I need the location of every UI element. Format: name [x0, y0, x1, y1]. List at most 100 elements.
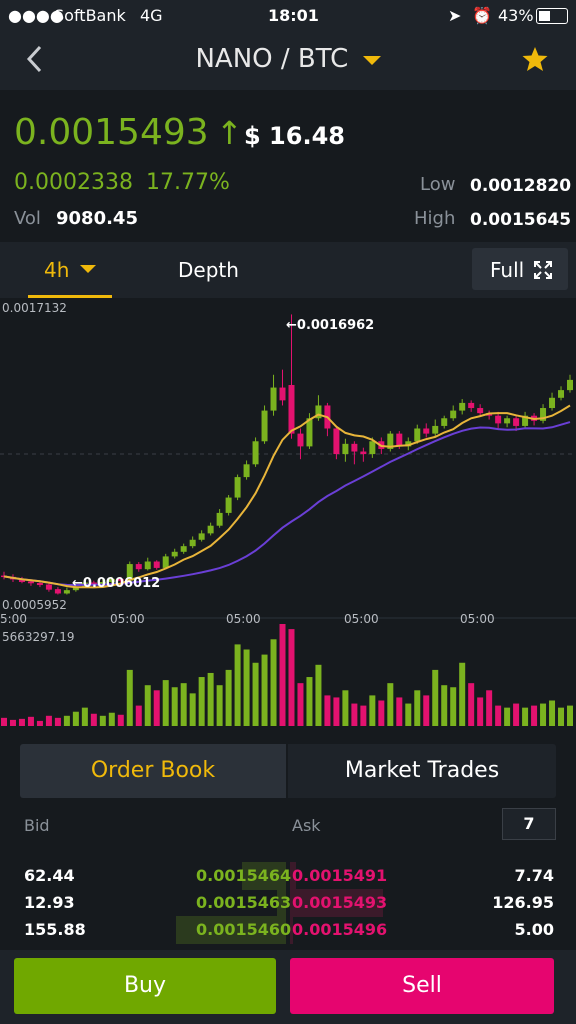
candle-body — [558, 390, 565, 398]
volume-bar — [333, 697, 340, 726]
volume-bar — [459, 662, 466, 726]
high-label: High — [414, 208, 456, 229]
candle-body — [369, 441, 376, 455]
star-icon[interactable] — [522, 46, 548, 72]
volume-bar — [396, 697, 403, 726]
volume-bar — [126, 669, 133, 726]
volume-bar — [306, 677, 313, 726]
volume-bar — [477, 697, 484, 726]
volume-bar — [225, 669, 232, 726]
volume-bar — [387, 683, 394, 726]
candle-body — [279, 387, 286, 401]
volume-bar — [414, 690, 421, 726]
candlestick-chart — [0, 314, 576, 726]
volume-bar — [9, 719, 16, 726]
volume-bar — [486, 690, 493, 726]
ask-price[interactable]: 0.0015496 — [292, 920, 387, 939]
ask-header: Ask — [292, 816, 321, 835]
candle-body — [234, 477, 241, 498]
candle-body — [495, 415, 502, 424]
candle-body — [450, 410, 457, 419]
volume-bar — [18, 718, 25, 726]
ask-price[interactable]: 0.0015491 — [292, 866, 387, 885]
tab-interval[interactable]: 4h — [28, 242, 112, 298]
candle-body — [441, 418, 448, 426]
candle-body — [189, 539, 196, 547]
price-chart[interactable]: 0.0017132 0.0005952 ←0.0016962 ←0.000601… — [0, 298, 576, 728]
buy-button[interactable]: Buy — [14, 958, 276, 1014]
candle-body — [270, 387, 277, 411]
volume-bar — [270, 639, 277, 726]
candles-group — [1, 314, 573, 595]
sell-button[interactable]: Sell — [290, 958, 554, 1014]
volume-bar — [315, 664, 322, 726]
volume-bar — [27, 716, 34, 726]
ma-fast-line — [3, 404, 571, 589]
tab-market-trades[interactable]: Market Trades — [288, 744, 556, 798]
volume-bar — [432, 669, 439, 726]
volume-bar — [558, 707, 565, 726]
volume-bar — [504, 707, 511, 726]
candle-body — [297, 433, 304, 447]
bid-price[interactable]: 0.0015464 — [196, 866, 291, 885]
candle-body — [504, 418, 511, 424]
full-label: Full — [490, 258, 525, 282]
high-value: 0.0015645 — [470, 210, 572, 230]
interval-label: 4h — [44, 258, 70, 282]
ask-price[interactable]: 0.0015493 — [292, 893, 387, 912]
volume-bar — [540, 703, 547, 726]
volume-bar — [360, 705, 367, 726]
volume-bar — [198, 677, 205, 726]
last-price: 0.0015493 — [14, 112, 209, 153]
volume-bar — [468, 683, 475, 726]
volume-bar — [279, 624, 286, 726]
candle-body — [225, 497, 232, 513]
clock: 18:01 — [268, 6, 319, 25]
volume-bar — [45, 715, 52, 726]
time-label: 05:00 — [344, 612, 379, 626]
pair-selector[interactable]: NANO / BTC — [0, 44, 576, 74]
volume-bar — [243, 649, 250, 726]
bid-price[interactable]: 0.0015463 — [196, 893, 291, 912]
volume-bar — [513, 703, 520, 726]
bid-price[interactable]: 0.0015460 — [196, 920, 291, 939]
time-label: 05:00 — [110, 612, 145, 626]
time-label: 5:00 — [0, 612, 27, 626]
volume-bar — [342, 690, 349, 726]
bid-header: Bid — [24, 816, 50, 835]
candle-body — [549, 397, 556, 409]
volume-bar — [36, 720, 43, 726]
candle-body — [162, 556, 169, 568]
volume-bar — [441, 685, 448, 726]
ask-quantity: 5.00 — [514, 920, 554, 939]
low-annotation: ←0.0006012 — [72, 576, 161, 591]
change-percent: 17.77% — [146, 170, 230, 195]
carrier-label: SoftBank — [54, 6, 126, 25]
usd-price: $ 16.48 — [244, 122, 345, 150]
up-arrow-icon: ↑ — [216, 114, 243, 152]
candle-body — [459, 402, 466, 411]
tab-order-book[interactable]: Order Book — [20, 744, 286, 798]
candle-body — [36, 583, 43, 586]
volume-bar — [234, 644, 241, 726]
time-label: 05:00 — [460, 612, 495, 626]
volume-bar — [99, 715, 106, 726]
volume-bar — [153, 690, 160, 726]
candle-body — [333, 428, 340, 455]
volume-label: Vol — [14, 208, 41, 229]
dropdown-caret-icon — [362, 55, 381, 65]
volume-bar — [162, 680, 169, 726]
fullscreen-button[interactable]: Full — [472, 248, 568, 290]
volume-bar — [117, 714, 124, 726]
volume-bar — [135, 705, 142, 726]
alarm-icon: ⏰ — [472, 6, 492, 25]
volume-bar — [90, 713, 97, 726]
candle-body — [261, 410, 268, 442]
tab-depth[interactable]: Depth — [178, 258, 239, 282]
order-row: 62.44 0.0015464 0.0015491 7.74 — [0, 862, 576, 890]
price-axis-top: 0.0017132 — [2, 301, 67, 315]
candle-body — [198, 533, 205, 540]
depth-selector[interactable]: 7 — [502, 808, 556, 840]
network-label: 4G — [140, 6, 163, 25]
ticker-panel: 0.0015493 ↑ $ 16.48 0.0002338 17.77% Vol… — [0, 90, 576, 242]
